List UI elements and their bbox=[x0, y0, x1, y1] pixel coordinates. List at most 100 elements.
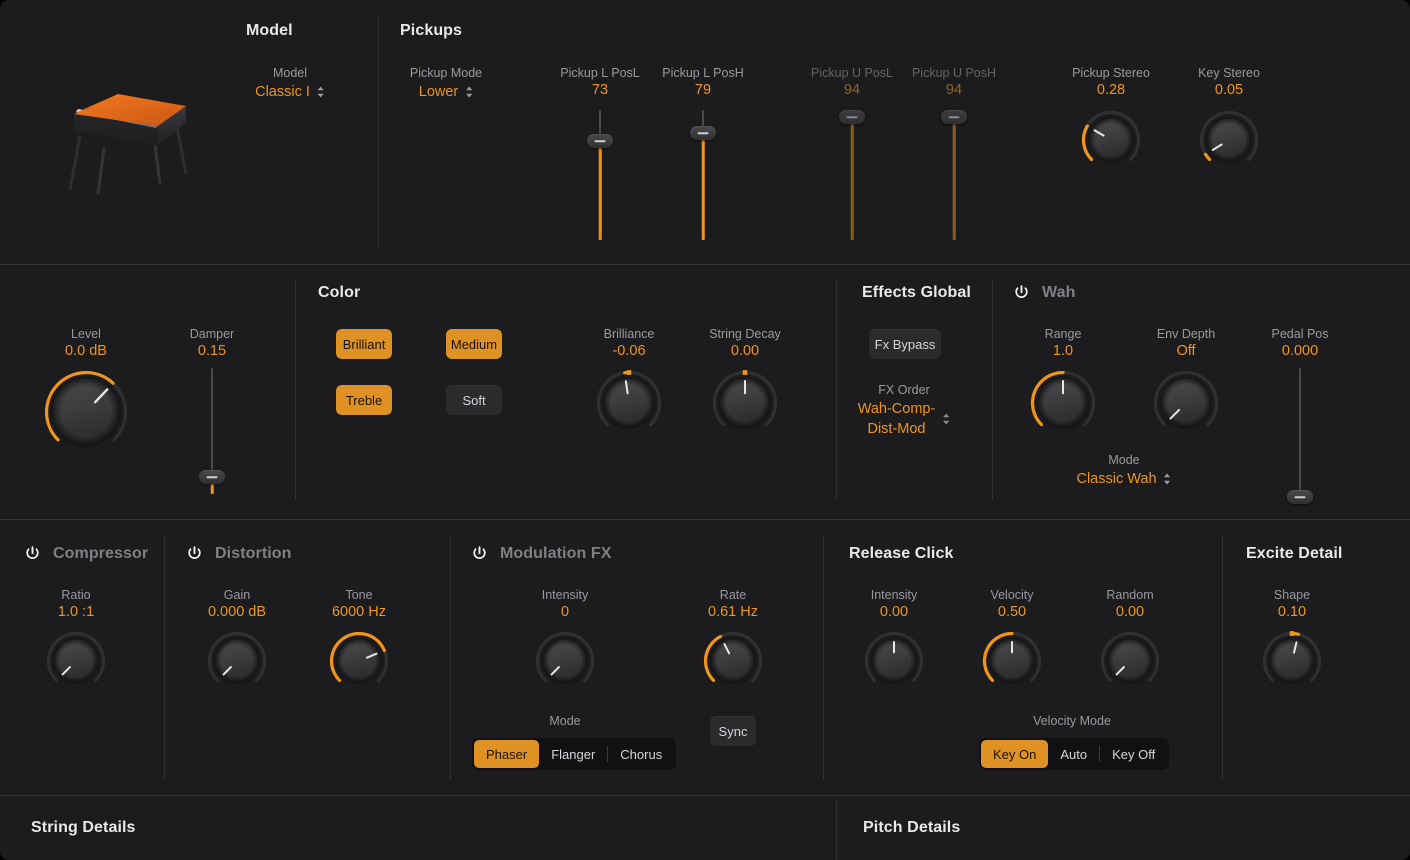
color-button-treble[interactable]: Treble bbox=[336, 385, 392, 415]
color-section-title: Color bbox=[318, 284, 361, 301]
slider-handle[interactable] bbox=[839, 110, 865, 124]
fx-order-popup[interactable]: Wah-Comp- Dist-Mod bbox=[858, 399, 951, 439]
pedal-pos-label: Pedal Pos bbox=[1271, 327, 1329, 341]
pickup-u-posl-value: 94 bbox=[843, 82, 861, 98]
pickup-u-posl-slider[interactable] bbox=[837, 110, 867, 240]
release-intensity-knob[interactable] bbox=[864, 631, 924, 691]
wah-mode-value: Classic Wah bbox=[1076, 471, 1157, 487]
compressor-power-icon[interactable] bbox=[24, 545, 41, 562]
model-popup[interactable]: Classic I bbox=[255, 82, 325, 102]
mod-rate-label: Rate bbox=[719, 588, 747, 602]
color-button-treble-label: Treble bbox=[345, 392, 383, 408]
release-random-label: Random bbox=[1106, 588, 1154, 602]
slider-handle[interactable] bbox=[690, 126, 716, 140]
velocity-mode-option-key-off[interactable]: Key Off bbox=[1100, 740, 1167, 768]
pickup-stereo-knob[interactable] bbox=[1081, 110, 1141, 170]
key-stereo-value: 0.05 bbox=[1214, 82, 1244, 98]
release-velocity-knob[interactable] bbox=[982, 631, 1042, 691]
excite-shape-knob[interactable] bbox=[1262, 631, 1322, 691]
pickup-l-posl-slider[interactable] bbox=[585, 110, 615, 240]
pickups-section-title: Pickups bbox=[400, 22, 463, 39]
brilliance-knob[interactable] bbox=[596, 370, 662, 436]
level-label: Level bbox=[71, 327, 101, 341]
divider-comp-dist bbox=[164, 535, 165, 780]
velocity-mode-option-key-on[interactable]: Key On bbox=[981, 740, 1049, 768]
slider-handle[interactable] bbox=[587, 134, 613, 148]
compressor-ratio-value: 1.0 :1 bbox=[57, 604, 95, 620]
divider-string-pitch bbox=[836, 800, 837, 860]
level-value: 0.0 dB bbox=[65, 343, 107, 359]
color-button-medium[interactable]: Medium bbox=[446, 329, 502, 359]
velocity-mode-segmented[interactable]: Key On Auto Key Off bbox=[979, 738, 1170, 770]
mod-mode-segmented[interactable]: Phaser Flanger Chorus bbox=[472, 738, 677, 770]
plugin-window: Model Pickups Model Classic I Pickup Mod… bbox=[0, 0, 1410, 860]
pickup-l-posh-value: 79 bbox=[694, 82, 712, 98]
excite-detail-section-title: Excite Detail bbox=[1246, 545, 1343, 562]
mod-mode-option-phaser[interactable]: Phaser bbox=[474, 740, 540, 768]
model-value: Classic I bbox=[255, 84, 310, 100]
slider-handle[interactable] bbox=[941, 110, 967, 124]
color-button-soft-label: Soft bbox=[462, 392, 486, 408]
distortion-section-title: Distortion bbox=[215, 545, 292, 562]
brilliance-label: Brilliance bbox=[603, 327, 655, 341]
compressor-section-title: Compressor bbox=[53, 545, 149, 562]
string-decay-label: String Decay bbox=[709, 327, 781, 341]
excite-shape-label: Shape bbox=[1273, 588, 1311, 602]
color-button-soft[interactable]: Soft bbox=[446, 385, 502, 415]
distortion-power-icon[interactable] bbox=[186, 545, 203, 562]
fx-bypass-button[interactable]: Fx Bypass bbox=[869, 329, 941, 359]
damper-label: Damper bbox=[189, 327, 235, 341]
mod-mode-option-chorus[interactable]: Chorus bbox=[608, 740, 674, 768]
mod-sync-button[interactable]: Sync bbox=[710, 716, 756, 746]
mod-intensity-knob[interactable] bbox=[535, 631, 595, 691]
velocity-mode-option-auto[interactable]: Auto bbox=[1048, 740, 1099, 768]
modulation-fx-section-title: Modulation FX bbox=[500, 545, 612, 562]
release-intensity-value: 0.00 bbox=[879, 604, 909, 620]
pedal-pos-slider[interactable] bbox=[1285, 368, 1315, 504]
slider-handle[interactable] bbox=[199, 470, 225, 484]
mod-mode-option-flanger[interactable]: Flanger bbox=[539, 740, 607, 768]
divider-fx-wah bbox=[992, 280, 993, 500]
fx-bypass-label: Fx Bypass bbox=[874, 336, 936, 352]
key-stereo-knob[interactable] bbox=[1199, 110, 1259, 170]
distortion-tone-knob[interactable] bbox=[329, 631, 389, 691]
wah-range-value: 1.0 bbox=[1052, 343, 1074, 359]
wah-range-label: Range bbox=[1044, 327, 1082, 341]
wah-env-depth-knob[interactable] bbox=[1153, 370, 1219, 436]
pickup-u-posh-label: Pickup U PosH bbox=[911, 66, 997, 80]
pickup-mode-label: Pickup Mode bbox=[409, 66, 483, 80]
pickup-u-posh-slider[interactable] bbox=[939, 110, 969, 240]
distortion-gain-knob[interactable] bbox=[207, 631, 267, 691]
wah-mode-popup[interactable]: Classic Wah bbox=[1076, 469, 1171, 489]
wah-power-icon[interactable] bbox=[1013, 284, 1030, 301]
chevron-updown-icon bbox=[941, 412, 950, 426]
compressor-ratio-knob[interactable] bbox=[46, 631, 106, 691]
string-decay-knob[interactable] bbox=[712, 370, 778, 436]
release-random-knob[interactable] bbox=[1100, 631, 1160, 691]
pickup-mode-popup[interactable]: Lower bbox=[419, 82, 474, 102]
chevron-updown-icon bbox=[316, 85, 325, 99]
level-knob[interactable] bbox=[44, 370, 128, 454]
model-section-title: Model bbox=[246, 22, 293, 39]
modulation-fx-power-icon[interactable] bbox=[471, 545, 488, 562]
divider-row3 bbox=[0, 795, 1410, 796]
release-velocity-value: 0.50 bbox=[997, 604, 1027, 620]
pedal-pos-value: 0.000 bbox=[1281, 343, 1319, 359]
divider-release-excite bbox=[1222, 535, 1223, 780]
velocity-mode-label: Velocity Mode bbox=[1033, 714, 1111, 728]
slider-handle[interactable] bbox=[1287, 490, 1313, 504]
fx-order-label: FX Order bbox=[878, 383, 930, 397]
distortion-tone-label: Tone bbox=[345, 588, 373, 602]
wah-range-knob[interactable] bbox=[1030, 370, 1096, 436]
model-label: Model bbox=[272, 66, 308, 80]
color-button-brilliant[interactable]: Brilliant bbox=[336, 329, 392, 359]
divider-dist-mod bbox=[450, 535, 451, 780]
pickup-mode-value: Lower bbox=[418, 84, 459, 100]
pickup-l-posl-value: 73 bbox=[591, 82, 609, 98]
key-stereo-label: Key Stereo bbox=[1198, 66, 1260, 80]
mod-rate-knob[interactable] bbox=[703, 631, 763, 691]
damper-slider[interactable] bbox=[197, 368, 227, 494]
damper-value: 0.15 bbox=[197, 343, 227, 359]
pickup-l-posh-slider[interactable] bbox=[688, 110, 718, 240]
pitch-details-section-title: Pitch Details bbox=[863, 819, 961, 836]
